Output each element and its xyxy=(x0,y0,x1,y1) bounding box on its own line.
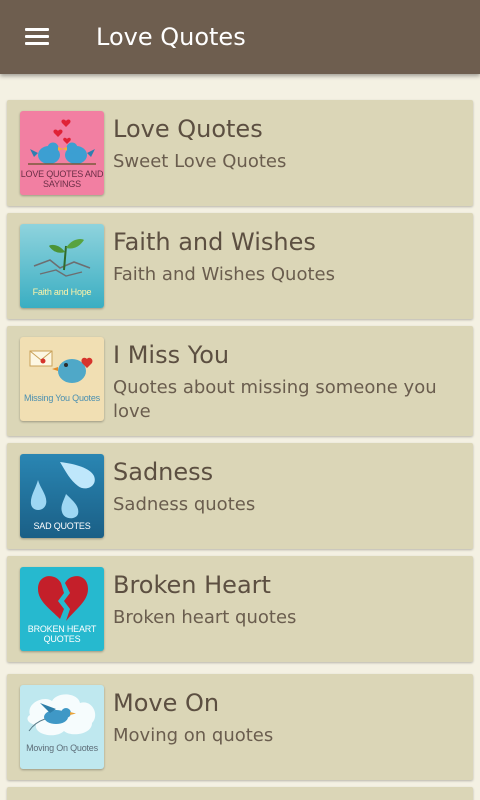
bird-cloud-icon: Moving On Quotes xyxy=(20,685,104,769)
thumbnail-caption: Missing You Quotes xyxy=(24,393,100,403)
category-title: Faith and Wishes xyxy=(113,228,316,256)
category-item-love-quotes[interactable]: LOVE QUOTES AND SAYINGS Love Quotes Swee… xyxy=(7,100,473,206)
category-title: I Miss You xyxy=(113,341,230,369)
category-subtitle: Broken heart quotes xyxy=(113,607,297,628)
category-title: Love Quotes xyxy=(113,115,263,143)
category-item-broken-heart[interactable]: BROKEN HEART QUOTES Broken Heart Broken … xyxy=(7,556,473,662)
category-item-faith-and-wishes[interactable]: Faith and Hope Faith and Wishes Faith an… xyxy=(7,213,473,319)
teardrops-icon: SAD QUOTES xyxy=(20,454,104,538)
category-title: Sadness xyxy=(113,458,214,486)
app-bar: Love Quotes xyxy=(0,0,480,74)
category-subtitle: Sweet Love Quotes xyxy=(113,151,287,172)
thumbnail-caption: BROKEN HEART QUOTES xyxy=(27,624,97,644)
broken-heart-icon: BROKEN HEART QUOTES xyxy=(20,567,104,651)
category-subtitle: Faith and Wishes Quotes xyxy=(113,264,335,285)
category-subtitle: Sadness quotes xyxy=(113,494,256,515)
category-item-move-on[interactable]: Moving On Quotes Move On Moving on quote… xyxy=(7,674,473,780)
category-item-sadness[interactable]: SAD QUOTES Sadness Sadness quotes xyxy=(7,443,473,549)
thumbnail-caption: SAD QUOTES xyxy=(33,521,91,531)
thumbnail-caption: LOVE QUOTES AND SAYINGS xyxy=(20,169,104,189)
category-item-next-partial[interactable] xyxy=(7,787,473,800)
menu-bar-top xyxy=(25,28,49,31)
category-subtitle: Quotes about missing someone you love xyxy=(113,377,437,422)
bird-envelope-illustration xyxy=(29,350,93,383)
sprout-icon: Faith and Hope xyxy=(20,224,104,308)
thumbnail-caption: Faith and Hope xyxy=(32,287,92,297)
category-title: Broken Heart xyxy=(113,571,271,599)
category-title: Move On xyxy=(113,689,220,717)
bird-envelope-icon: Missing You Quotes xyxy=(20,337,104,421)
category-subtitle: Moving on quotes xyxy=(113,725,274,746)
hamburger-menu-icon[interactable] xyxy=(16,19,58,55)
menu-bar-bottom xyxy=(25,42,49,45)
thumbnail-caption: Moving On Quotes xyxy=(26,743,98,753)
category-list[interactable]: LOVE QUOTES AND SAYINGS Love Quotes Swee… xyxy=(0,74,480,800)
app-title: Love Quotes xyxy=(96,23,246,51)
category-item-i-miss-you[interactable]: Missing You Quotes I Miss You Quotes abo… xyxy=(7,326,473,436)
bird-cloud-illustration xyxy=(27,694,96,736)
menu-bar-middle xyxy=(25,35,49,38)
love-birds-hearts-icon: LOVE QUOTES AND SAYINGS xyxy=(20,111,104,195)
